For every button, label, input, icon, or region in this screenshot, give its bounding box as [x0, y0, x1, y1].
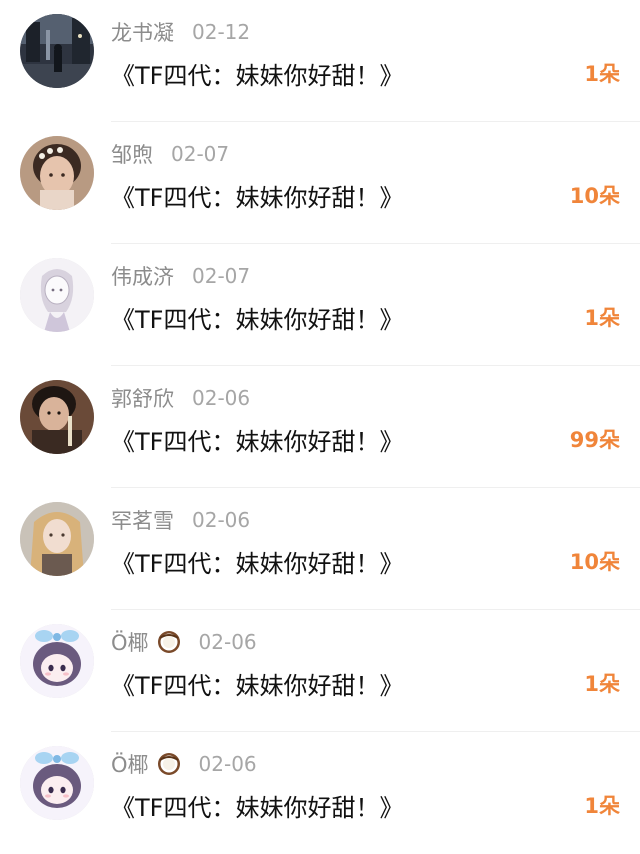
gift-date: 02-07 [171, 142, 230, 166]
flower-count: 1朵 [584, 672, 620, 696]
username[interactable]: 邹煦 [111, 139, 153, 169]
flower-count: 1朵 [584, 62, 620, 86]
gift-date: 02-06 [198, 752, 257, 776]
list-item[interactable]: Ö椰 02-06 《TF四代：妹妹你好甜！》 1朵 [0, 732, 640, 854]
flower-count: 99朵 [569, 428, 620, 452]
flower-count: 1朵 [584, 794, 620, 818]
gift-date: 02-07 [192, 264, 251, 288]
username[interactable]: 罕茗雪 [111, 505, 174, 535]
username[interactable]: Ö椰 [111, 749, 149, 779]
book-title: 《TF四代：妹妹你好甜！》 [111, 550, 404, 578]
avatar[interactable] [20, 746, 94, 820]
gift-list: 龙书凝 02-12 《TF四代：妹妹你好甜！》 1朵 邹煦 02-07 《TF四… [0, 0, 640, 828]
book-title: 《TF四代：妹妹你好甜！》 [111, 62, 404, 90]
book-title: 《TF四代：妹妹你好甜！》 [111, 428, 404, 456]
item-meta: 伟成济 02-07 [111, 261, 250, 291]
list-item[interactable]: 罕茗雪 02-06 《TF四代：妹妹你好甜！》 10朵 [0, 488, 640, 610]
item-meta: 罕茗雪 02-06 [111, 505, 250, 535]
coconut-icon [157, 630, 181, 654]
item-meta: 郭舒欣 02-06 [111, 383, 250, 413]
gift-date: 02-12 [192, 20, 251, 44]
username[interactable]: 郭舒欣 [111, 383, 174, 413]
list-item[interactable]: 郭舒欣 02-06 《TF四代：妹妹你好甜！》 99朵 [0, 366, 640, 488]
book-title: 《TF四代：妹妹你好甜！》 [111, 184, 404, 212]
coconut-icon [157, 752, 181, 776]
list-item[interactable]: Ö椰 02-06 《TF四代：妹妹你好甜！》 1朵 [0, 610, 640, 732]
username[interactable]: 伟成济 [111, 261, 174, 291]
avatar[interactable] [20, 502, 94, 576]
list-item[interactable]: 伟成济 02-07 《TF四代：妹妹你好甜！》 1朵 [0, 244, 640, 366]
gift-date: 02-06 [192, 508, 251, 532]
avatar[interactable] [20, 380, 94, 454]
avatar[interactable] [20, 624, 94, 698]
item-meta: Ö椰 02-06 [111, 627, 257, 657]
item-meta: 邹煦 02-07 [111, 139, 229, 169]
item-meta: Ö椰 02-06 [111, 749, 257, 779]
item-meta: 龙书凝 02-12 [111, 17, 250, 47]
flower-count: 10朵 [569, 550, 620, 574]
gift-date: 02-06 [192, 386, 251, 410]
list-item[interactable]: 邹煦 02-07 《TF四代：妹妹你好甜！》 10朵 [0, 122, 640, 244]
list-item[interactable]: 龙书凝 02-12 《TF四代：妹妹你好甜！》 1朵 [0, 0, 640, 122]
flower-count: 1朵 [584, 306, 620, 330]
avatar[interactable] [20, 136, 94, 210]
avatar[interactable] [20, 14, 94, 88]
gift-date: 02-06 [198, 630, 257, 654]
username[interactable]: Ö椰 [111, 627, 149, 657]
avatar[interactable] [20, 258, 94, 332]
book-title: 《TF四代：妹妹你好甜！》 [111, 306, 404, 334]
book-title: 《TF四代：妹妹你好甜！》 [111, 672, 404, 700]
book-title: 《TF四代：妹妹你好甜！》 [111, 794, 404, 822]
username[interactable]: 龙书凝 [111, 17, 174, 47]
flower-count: 10朵 [569, 184, 620, 208]
